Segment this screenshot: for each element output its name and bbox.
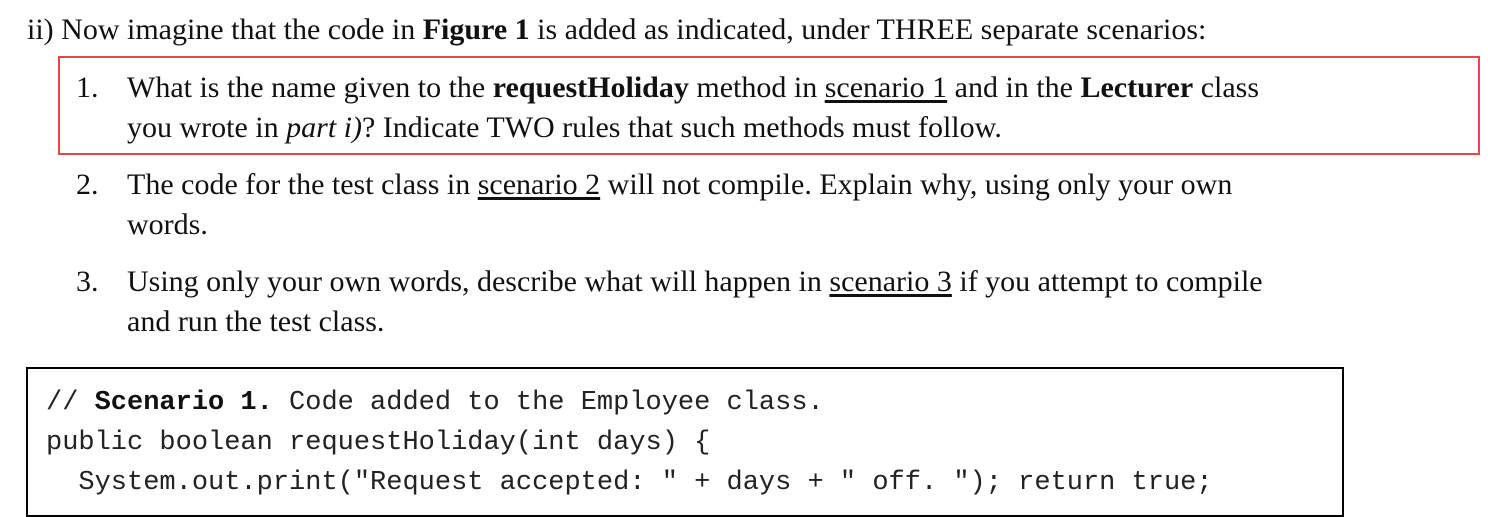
code-line-3: System.out.print("Request accepted: " + …	[46, 468, 1213, 498]
q3-text-part: if you attempt to compile	[951, 265, 1263, 298]
question-3-number: 3.	[76, 265, 99, 298]
q1-text-part: and in the	[947, 71, 1081, 104]
question-2-number: 2.	[76, 168, 99, 201]
question-1-number: 1.	[76, 71, 99, 104]
question-3-line-1: Using only your own words, describe what…	[127, 262, 1457, 302]
intro-suffix: is added as indicated, under THREE separ…	[529, 13, 1207, 46]
question-1-text: What is the name given to the requestHol…	[127, 68, 1457, 148]
code-listing-box: // Scenario 1. Code added to the Employe…	[26, 367, 1344, 517]
q1-text-part: you wrote in	[127, 111, 287, 144]
code-line-2: public boolean requestHoliday(int days) …	[46, 428, 711, 458]
q2-scenario-ref: scenario 2	[477, 168, 601, 201]
q1-scenario-ref: scenario 1	[824, 71, 948, 104]
question-2-line-1: The code for the test class in scenario …	[127, 165, 1457, 205]
figure-reference: Figure 1	[422, 13, 530, 46]
question-3-text: Using only your own words, describe what…	[127, 262, 1457, 342]
q1-method-name: requestHoliday	[492, 71, 689, 104]
q2-text-part: will not compile. Explain why, using onl…	[600, 168, 1233, 201]
q1-class-name: Lecturer	[1080, 71, 1194, 104]
question-1-line-2: you wrote in part i)? Indicate TWO rules…	[127, 108, 1457, 148]
q1-part-ref: part i)	[286, 111, 362, 144]
q1-text-part: class	[1193, 71, 1260, 104]
q1-text-part: method in	[688, 71, 825, 104]
question-1-line-1: What is the name given to the requestHol…	[127, 68, 1457, 108]
q3-scenario-ref: scenario 3	[829, 265, 952, 298]
code-listing: // Scenario 1. Code added to the Employe…	[46, 383, 1213, 503]
question-2-text: The code for the test class in scenario …	[127, 165, 1457, 245]
code-scenario-label: Scenario 1.	[94, 388, 273, 418]
code-line-1: // Scenario 1. Code added to the Employe…	[46, 388, 824, 418]
code-comment-text: Code added to the Employee class.	[272, 388, 824, 418]
intro-prefix: ii) Now imagine that the code in	[27, 13, 423, 46]
code-comment-prefix: //	[46, 388, 95, 418]
q2-text-part: The code for the test class in	[127, 168, 478, 201]
question-2-line-2: words.	[127, 208, 208, 241]
q1-text-part: ? Indicate TWO rules that such methods m…	[361, 111, 1002, 144]
question-3-line-2: and run the test class.	[127, 305, 385, 338]
intro-sentence: ii) Now imagine that the code in Figure …	[27, 10, 1206, 50]
q3-text-part: Using only your own words, describe what…	[127, 265, 830, 298]
q1-text-part: What is the name given to the	[127, 71, 493, 104]
